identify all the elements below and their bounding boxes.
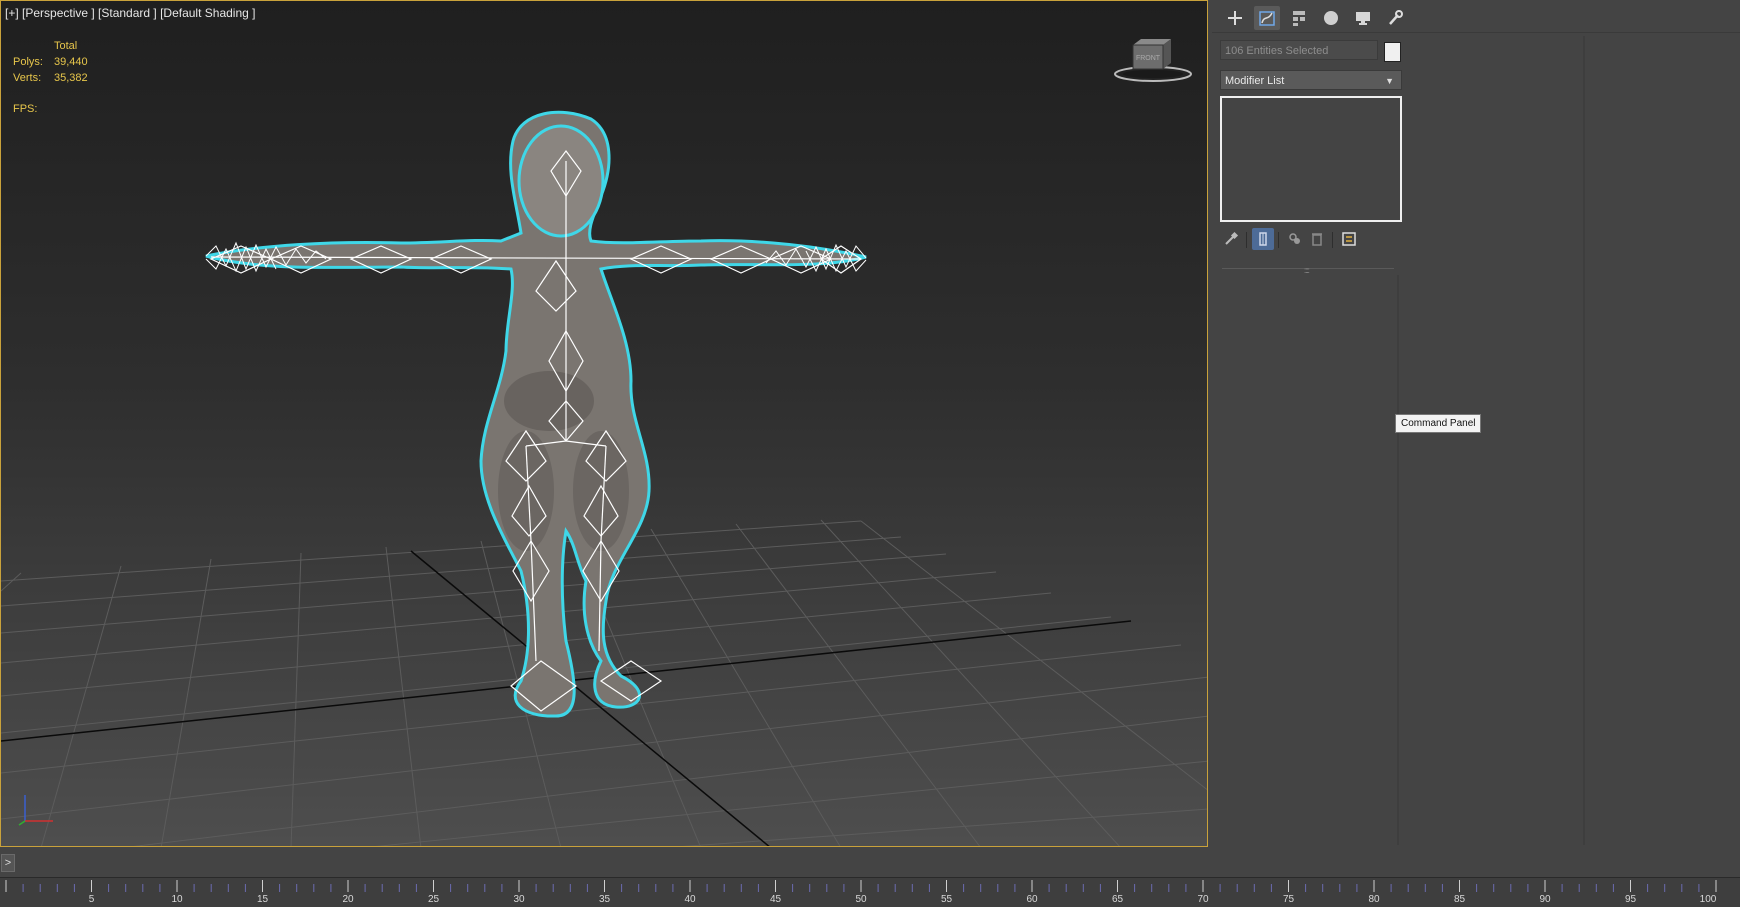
timeline-frame-label: 75 [1282, 894, 1295, 905]
configure-modifier-sets-button[interactable] [1338, 228, 1360, 250]
timeline-frame-label: 15 [256, 894, 269, 905]
hierarchy-tab[interactable] [1286, 6, 1312, 30]
hierarchy-icon [1293, 11, 1305, 26]
create-icon [1228, 11, 1242, 25]
axis-tripod-icon [18, 795, 53, 826]
timeline-frame-label: 10 [171, 894, 183, 905]
fps-label: FPS: [13, 103, 38, 115]
verts-value: 35,382 [54, 72, 88, 84]
remove-modifier-icon [1312, 233, 1322, 246]
modifier-stack-toolbar [1218, 228, 1408, 252]
create-tab[interactable] [1222, 6, 1248, 30]
command-panel-tooltip: Command Panel [1395, 414, 1482, 433]
display-tab[interactable] [1350, 6, 1376, 30]
panel-column-divider [1583, 36, 1585, 845]
timeline-frame-label: 50 [855, 894, 867, 905]
bottom-bar: > 5 10 15 20 25 30 35 40 45 50 55 60 65 70 75 80 85 90 95 1… [0, 847, 1740, 907]
make-unique-icon [1289, 233, 1300, 244]
statistics-overlay: Total Polys: 39,440 Verts: 35,382 [13, 38, 88, 86]
object-name-field[interactable]: 106 Entities Selected [1220, 40, 1378, 60]
utilities-icon [1389, 10, 1403, 25]
timeline-frame-label: 55 [940, 894, 953, 905]
perspective-viewport[interactable]: [+] [Perspective ] [Standard ] [Default … [0, 0, 1208, 847]
command-panel-tabs [1212, 2, 1740, 33]
timeline-frame-label: 5 [88, 894, 95, 905]
rollout-drag-handle[interactable]: :::: [1304, 266, 1310, 275]
timeline-frame-label: 60 [1026, 894, 1038, 905]
show-end-result-icon [1259, 232, 1267, 246]
timeline-frame-label: 20 [342, 894, 354, 905]
make-unique-button[interactable] [1284, 228, 1306, 250]
show-end-result-button[interactable] [1252, 228, 1274, 250]
timeline-frame-label: 65 [1111, 894, 1124, 905]
modifier-stack[interactable] [1220, 96, 1402, 222]
viewport-label[interactable]: [+] [Perspective ] [Standard ] [Default … [5, 6, 255, 20]
timeline-frame-label: 70 [1197, 894, 1209, 905]
timeline-frame-label: 95 [1624, 894, 1637, 905]
timeline-frame-label: 100 [1699, 894, 1717, 905]
expand-track-bar-button[interactable]: > [1, 854, 15, 872]
modify-tab[interactable] [1254, 6, 1280, 30]
motion-icon [1324, 11, 1338, 25]
scene-render[interactable] [1, 1, 1208, 847]
display-icon [1356, 12, 1370, 25]
polys-value: 39,440 [54, 56, 88, 68]
modifier-list-dropdown[interactable]: Modifier List ▼ [1220, 70, 1402, 90]
remove-modifier-button[interactable] [1306, 228, 1328, 250]
panel-scrollbar[interactable] [1397, 275, 1399, 845]
timeline-frame-label: 80 [1368, 894, 1380, 905]
timeline-frame-label: 85 [1453, 894, 1466, 905]
timeline-frame-label: 25 [427, 894, 440, 905]
timeline-frame-label: 30 [513, 894, 525, 905]
timeline-ticks [5, 880, 1717, 892]
timeline-frame-label: 40 [684, 894, 696, 905]
chevron-down-icon: ▼ [1385, 76, 1394, 86]
pin-stack-button[interactable] [1220, 228, 1242, 250]
object-color-swatch[interactable] [1384, 42, 1401, 62]
polys-label: Polys: [13, 56, 43, 68]
stats-total-label: Total [54, 40, 78, 52]
character-mesh [205, 110, 867, 718]
timeline-frame-label: 35 [598, 894, 611, 905]
verts-label: Verts: [13, 72, 42, 84]
modify-icon [1259, 11, 1275, 26]
modifier-list-label: Modifier List [1225, 75, 1285, 87]
utilities-tab[interactable] [1382, 6, 1408, 30]
timeline-frame-label: 90 [1539, 894, 1551, 905]
configure-modifier-sets-icon [1342, 232, 1356, 246]
time-slider-track[interactable]: 5 10 15 20 25 30 35 40 45 50 55 60 65 70 75 80 85 90 95 100 [0, 877, 1740, 907]
viewcube-icon[interactable]: FRONT [1113, 37, 1193, 83]
timeline-frame-label: 45 [769, 894, 782, 905]
pin-stack-icon [1225, 231, 1239, 245]
motion-tab[interactable] [1318, 6, 1344, 30]
viewcube-face-label: FRONT [1136, 55, 1161, 62]
